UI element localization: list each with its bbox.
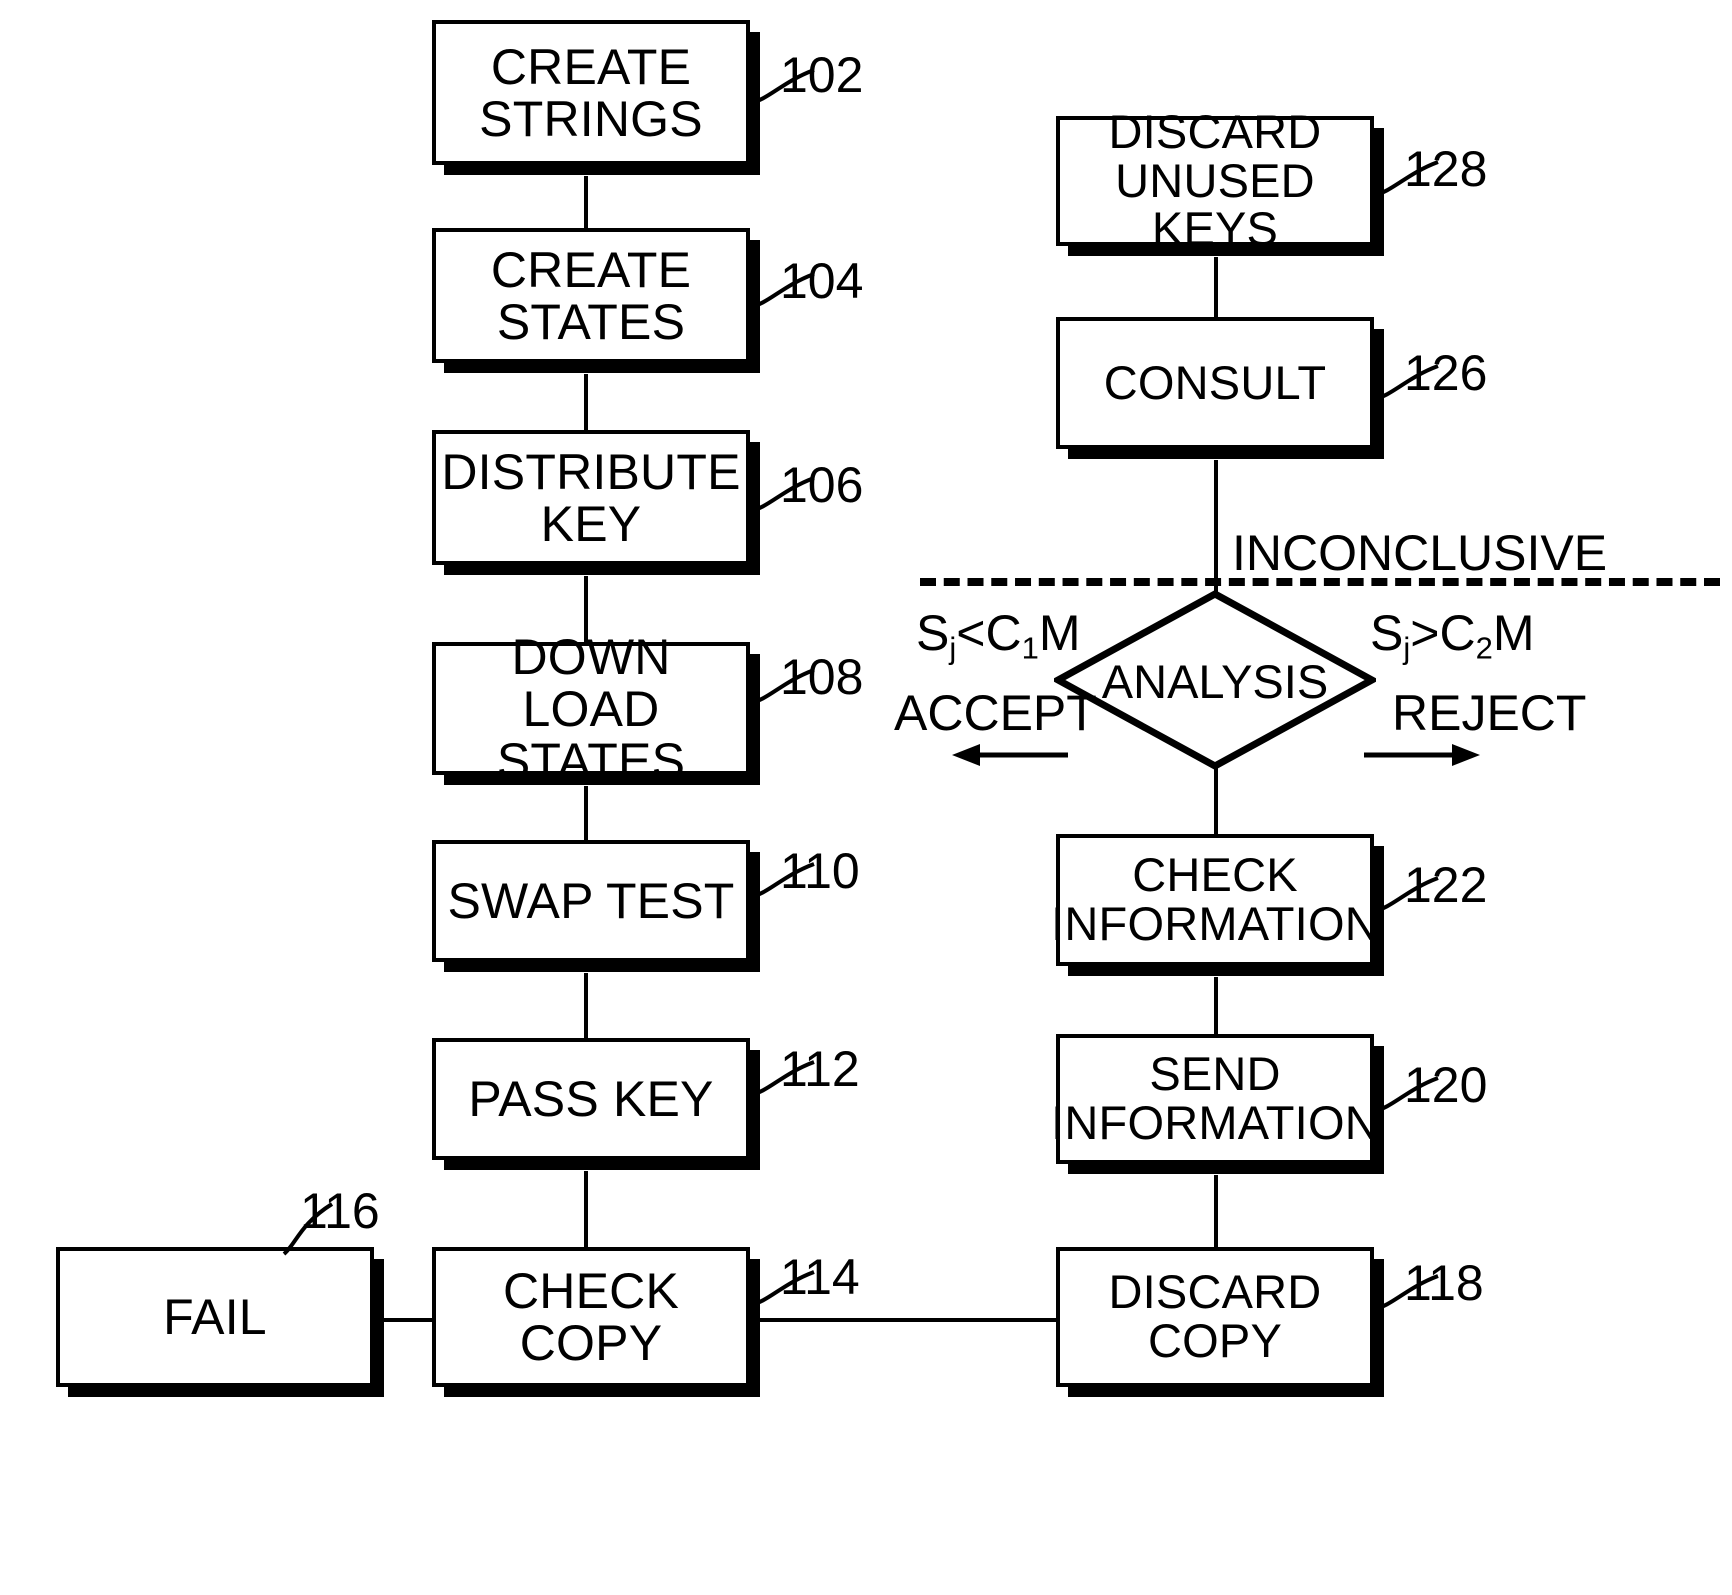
figure-canvas: CREATE STRINGS 102 CREATE STATES 104 DIS… [0, 0, 1732, 1595]
node-consult-label: CONSULT [1103, 355, 1327, 409]
ref-number-122: 122 [1404, 857, 1488, 913]
ref-number-102: 102 [780, 47, 864, 103]
connector-128-126 [1214, 257, 1218, 317]
condition-reject-op: >C [1410, 605, 1476, 661]
node-consult[interactable]: CONSULT [1056, 317, 1374, 449]
node-check-copy-label: CHECK COPY [502, 1263, 680, 1371]
node-check-copy[interactable]: CHECK COPY [432, 1247, 750, 1387]
condition-accept: Sj<C1M [916, 605, 1081, 664]
connector-126-analysis [1214, 460, 1218, 595]
ref-number-104: 104 [780, 253, 864, 309]
connector-104-106 [584, 374, 588, 430]
decision-analysis-label: ANALYSIS [1101, 655, 1329, 708]
node-fail[interactable]: FAIL [56, 1247, 374, 1387]
node-discard-copy[interactable]: DISCARD COPY [1056, 1247, 1374, 1387]
label-accept: ACCEPT [894, 685, 1097, 741]
node-discard-copy-label: DISCARD COPY [1108, 1265, 1322, 1367]
ref-number-110: 110 [780, 843, 860, 899]
node-distribute-key-label: DISTRIBUTE KEY [441, 443, 741, 552]
ref-number-126: 126 [1404, 345, 1488, 401]
ref-number-128: 128 [1404, 141, 1488, 197]
node-pass-key-label: PASS KEY [468, 1071, 714, 1127]
condition-reject-sub-2: 2 [1475, 630, 1493, 666]
condition-accept-m: M [1038, 605, 1081, 661]
condition-reject-m: M [1492, 605, 1535, 661]
ref-number-106: 106 [780, 457, 864, 513]
node-distribute-key[interactable]: DISTRIBUTE KEY [432, 430, 750, 565]
condition-reject: Sj>C2M [1370, 605, 1535, 664]
condition-accept-op: <C [956, 605, 1022, 661]
dashed-separator [920, 578, 1720, 586]
decision-analysis[interactable]: ANALYSIS [1050, 590, 1380, 770]
connector-108-110 [584, 786, 588, 840]
connector-114-118 [746, 1318, 1060, 1322]
ref-number-116: 116 [300, 1183, 380, 1239]
connector-analysis-122 [1214, 762, 1218, 834]
connector-112-114 [584, 1171, 588, 1247]
label-inconclusive: INCONCLUSIVE [1232, 525, 1608, 581]
condition-accept-s: S [916, 605, 950, 661]
connector-116-114 [370, 1318, 436, 1322]
node-create-strings[interactable]: CREATE STRINGS [432, 20, 750, 165]
arrow-reject-icon [1364, 744, 1480, 766]
ref-number-120: 120 [1404, 1057, 1488, 1113]
node-check-information[interactable]: CHECK INFORMATION [1051, 834, 1379, 966]
node-check-information-label: CHECK INFORMATION [1051, 848, 1379, 950]
node-create-states[interactable]: CREATE STATES [432, 228, 750, 363]
label-reject: REJECT [1392, 685, 1587, 741]
node-swap-test-label: SWAP TEST [447, 873, 735, 929]
node-pass-key[interactable]: PASS KEY [432, 1038, 750, 1160]
node-swap-test[interactable]: SWAP TEST [432, 840, 750, 962]
ref-number-112: 112 [780, 1041, 860, 1097]
condition-reject-s: S [1370, 605, 1404, 661]
connector-102-104 [584, 176, 588, 228]
arrow-accept-icon [952, 744, 1068, 766]
node-discard-unused-keys-label: DISCARD UNUSED KEYS [1108, 104, 1322, 256]
condition-accept-sub-1: 1 [1021, 630, 1039, 666]
node-create-states-label: CREATE STATES [490, 241, 692, 350]
node-down-load-states-label: DOWN LOAD STATES [496, 628, 686, 789]
ref-number-114: 114 [780, 1249, 860, 1305]
node-send-information[interactable]: SEND INFORMATION [1051, 1034, 1379, 1164]
node-send-information-label: SEND INFORMATION [1051, 1047, 1379, 1149]
node-down-load-states[interactable]: DOWN LOAD STATES [432, 631, 750, 787]
connector-122-120 [1214, 977, 1218, 1034]
connector-110-112 [584, 973, 588, 1038]
node-discard-unused-keys[interactable]: DISCARD UNUSED KEYS [1056, 107, 1374, 253]
ref-number-118: 118 [1404, 1255, 1484, 1311]
node-create-strings-label: CREATE STRINGS [479, 38, 703, 147]
ref-number-108: 108 [780, 649, 864, 705]
node-fail-label: FAIL [163, 1289, 267, 1345]
connector-120-118 [1214, 1175, 1218, 1247]
